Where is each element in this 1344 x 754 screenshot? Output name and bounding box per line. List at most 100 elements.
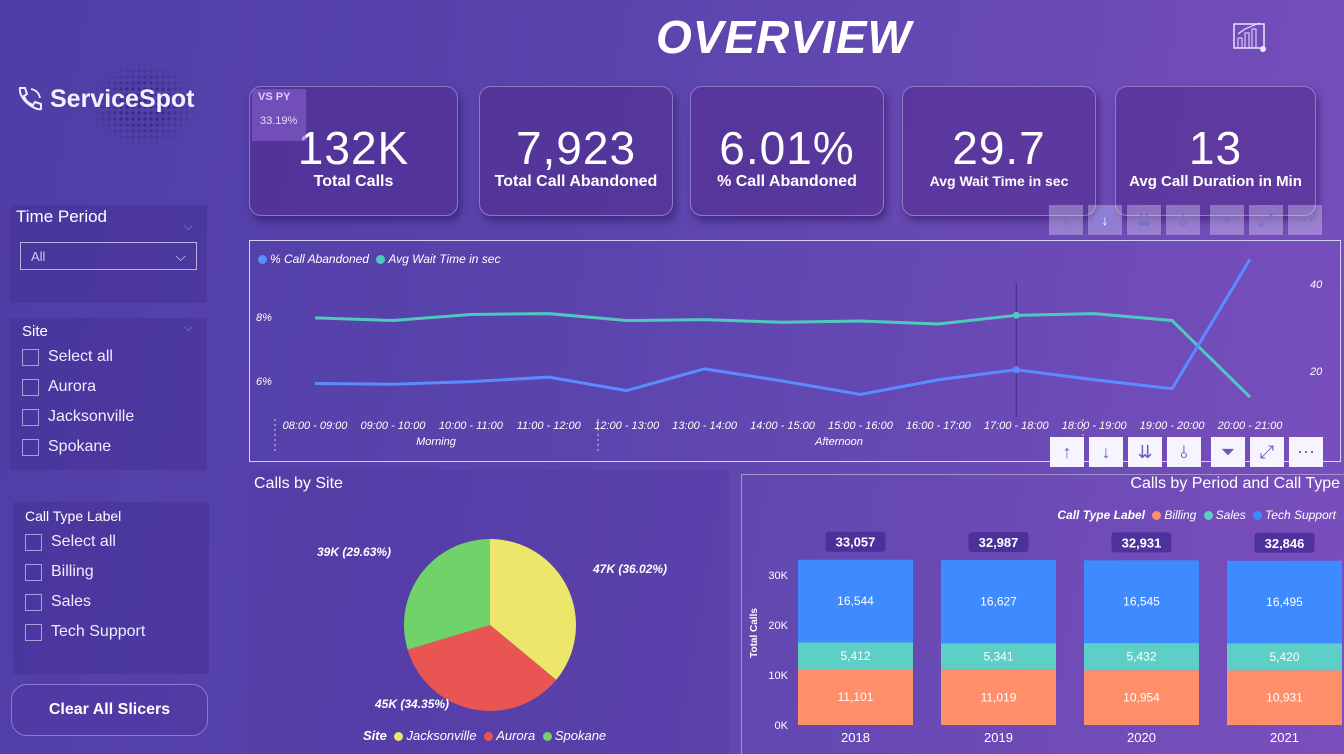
- bar-data-label: 5,432: [1126, 650, 1156, 664]
- checkbox-box[interactable]: [25, 593, 42, 611]
- visual-toolbar-2: ↑ ↓ ⇊ ⫰ ⏷ ⤢ ⋯: [1050, 437, 1323, 467]
- bar-total-label: 32,931: [1122, 535, 1162, 550]
- call-type-slicer: Call Type Label Select all Billing Sales…: [13, 502, 209, 674]
- checkbox-box[interactable]: [25, 533, 42, 551]
- x-tick-label: 13:00 - 14:00: [672, 420, 738, 432]
- legend-label: Aurora: [496, 728, 536, 743]
- checkbox-spokane[interactable]: Spokane: [22, 432, 134, 462]
- checkbox-label: Sales: [51, 593, 92, 610]
- focus-mode-icon[interactable]: ⤢: [1249, 205, 1283, 235]
- call-type-options: Select all Billing Sales Tech Support: [25, 527, 145, 647]
- focus-mode-icon[interactable]: ⤢: [1250, 437, 1284, 467]
- hourly-line-chart[interactable]: % Call Abandoned Avg Wait Time in sec 8%…: [249, 240, 1341, 462]
- checkbox-box[interactable]: [25, 623, 42, 641]
- legend-dot-spokane: [542, 732, 552, 741]
- kpi-label: % Call Abandoned: [717, 173, 857, 190]
- kpi-label: Total Call Abandoned: [494, 173, 658, 190]
- bar-data-label: 16,627: [980, 595, 1017, 609]
- y-right-tick-label: 40: [1310, 279, 1323, 291]
- clear-all-slicers-button[interactable]: Clear All Slicers: [11, 684, 208, 736]
- highlight-point: [1012, 366, 1020, 374]
- vs-py-badge: VS PY 33.19%: [252, 89, 306, 141]
- go-to-next-level-icon[interactable]: ⇊: [1127, 205, 1161, 235]
- x-tick-label: 10:00 - 11:00: [439, 420, 504, 432]
- bar-data-label: 16,495: [1266, 595, 1303, 609]
- bar-data-label: 11,101: [838, 690, 874, 704]
- bar-chart-report-icon[interactable]: [1232, 20, 1268, 54]
- checkbox-sales[interactable]: Sales: [25, 587, 145, 617]
- pie-data-label: 39K (29.63%): [317, 545, 391, 559]
- checkbox-billing[interactable]: Billing: [25, 557, 145, 587]
- kpi-label: Avg Call Duration in Min: [1129, 173, 1302, 190]
- dropdown-value: All: [31, 248, 46, 264]
- more-options-icon[interactable]: ⋯: [1288, 205, 1322, 235]
- x-tick-label: 09:00 - 10:00: [360, 420, 426, 432]
- filter-icon[interactable]: ⏷: [1211, 437, 1245, 467]
- chevron-down-icon[interactable]: ⌵: [184, 219, 193, 234]
- calls-by-period-chart[interactable]: Calls by Period and Call Type Call Type …: [741, 474, 1344, 754]
- chevron-down-icon[interactable]: ⌵: [184, 320, 193, 335]
- more-options-icon[interactable]: ⋯: [1289, 437, 1323, 467]
- y-tick-label: 0K: [775, 720, 789, 732]
- checkbox-label: Tech Support: [51, 623, 146, 640]
- series-line-abandoned: [314, 258, 1252, 396]
- checkbox-select-all[interactable]: Select all: [22, 342, 134, 372]
- checkbox-label: Billing: [51, 563, 94, 580]
- checkbox-label: Spokane: [48, 438, 112, 455]
- bar-total-label: 32,987: [979, 535, 1019, 550]
- bar-data-label: 10,931: [1266, 691, 1303, 705]
- slicer-title: Site: [22, 323, 48, 340]
- y-right-tick-label: 20: [1309, 366, 1323, 378]
- x-tick-label: 08:00 - 09:00: [283, 420, 349, 432]
- x-tick-label: 18:00 - 19:00: [1062, 420, 1128, 432]
- bar-data-label: 16,544: [837, 594, 874, 608]
- y-left-tick-label: 8%: [256, 312, 272, 324]
- checkbox-box[interactable]: [22, 348, 39, 366]
- x-group-label: Morning: [416, 436, 457, 448]
- y-axis-label: Total Calls: [749, 608, 760, 658]
- drill-up-icon[interactable]: ↑: [1050, 437, 1084, 467]
- expand-hierarchy-icon[interactable]: ⫰: [1167, 437, 1201, 467]
- bar-plot: 0K 10K 20K 30K Total Calls 11,101 5,412 16,544 3…: [749, 531, 1342, 745]
- checkbox-box[interactable]: [22, 378, 39, 396]
- x-group-label: Afternoon: [814, 436, 863, 448]
- time-period-dropdown[interactable]: All ⌵: [20, 242, 197, 270]
- checkbox-tech-support[interactable]: Tech Support: [25, 617, 145, 647]
- kpi-value: 7,923: [515, 122, 637, 174]
- logo-text: ServiceSpot: [50, 84, 195, 113]
- vs-py-label: VS PY: [258, 91, 291, 103]
- bar-data-label: 5,420: [1269, 650, 1299, 664]
- pie-data-label: 45K (34.35%): [374, 697, 449, 711]
- legend-dot-jacksonville: [394, 732, 404, 741]
- x-tick-label: 19:00 - 20:00: [1140, 420, 1206, 432]
- expand-hierarchy-icon[interactable]: ⫰: [1166, 205, 1200, 235]
- x-tick-label: 2021: [1270, 730, 1299, 745]
- checkbox-jacksonville[interactable]: Jacksonville: [22, 402, 134, 432]
- kpi-value: 29.7: [952, 122, 1046, 174]
- bar-total-label: 33,057: [836, 535, 876, 550]
- checkbox-box[interactable]: [25, 563, 42, 581]
- x-tick-label: 20:00 - 21:00: [1217, 420, 1284, 432]
- kpi-label: Total Calls: [313, 173, 394, 190]
- pie-plot: 47K (36.02%) 45K (34.35%) 39K (29.63%): [317, 539, 667, 711]
- go-to-next-level-icon[interactable]: ⇊: [1128, 437, 1162, 467]
- y-tick-label: 10K: [768, 670, 788, 682]
- checkbox-select-all[interactable]: Select all: [25, 527, 145, 557]
- checkbox-aurora[interactable]: Aurora: [22, 372, 134, 402]
- kpi-card-avg-wait: 29.7 Avg Wait Time in sec: [902, 86, 1096, 216]
- kpi-card-total-abandoned: 7,923 Total Call Abandoned: [479, 86, 673, 216]
- drill-up-icon[interactable]: ↑: [1049, 205, 1083, 235]
- checkbox-label: Select all: [48, 348, 113, 365]
- visual-toolbar: ↑ ↓ ⇊ ⫰ ⏷ ⤢ ⋯: [1049, 205, 1322, 235]
- filter-icon[interactable]: ⏷: [1210, 205, 1244, 235]
- checkbox-box[interactable]: [22, 408, 39, 426]
- kpi-value: 6.01%: [719, 122, 855, 174]
- checkbox-box[interactable]: [22, 438, 39, 456]
- kpi-card-pct-abandoned: 6.01% % Call Abandoned: [690, 86, 884, 216]
- line-chart-plot: 8% 6% 40 20 08:00 - 09:00 09:00 - 10:00 10:00 …: [256, 258, 1323, 451]
- drill-down-toggle-icon[interactable]: ↓: [1088, 205, 1122, 235]
- site-slicer: Site ⌵ Select all Aurora Jacksonville Sp…: [10, 318, 207, 470]
- drill-down-icon[interactable]: ↓: [1089, 437, 1123, 467]
- bar-data-label: 16,545: [1123, 595, 1160, 609]
- calls-by-site-chart[interactable]: Calls by Site 47K (36.02%) 45K (34.35%) 39…: [249, 470, 729, 754]
